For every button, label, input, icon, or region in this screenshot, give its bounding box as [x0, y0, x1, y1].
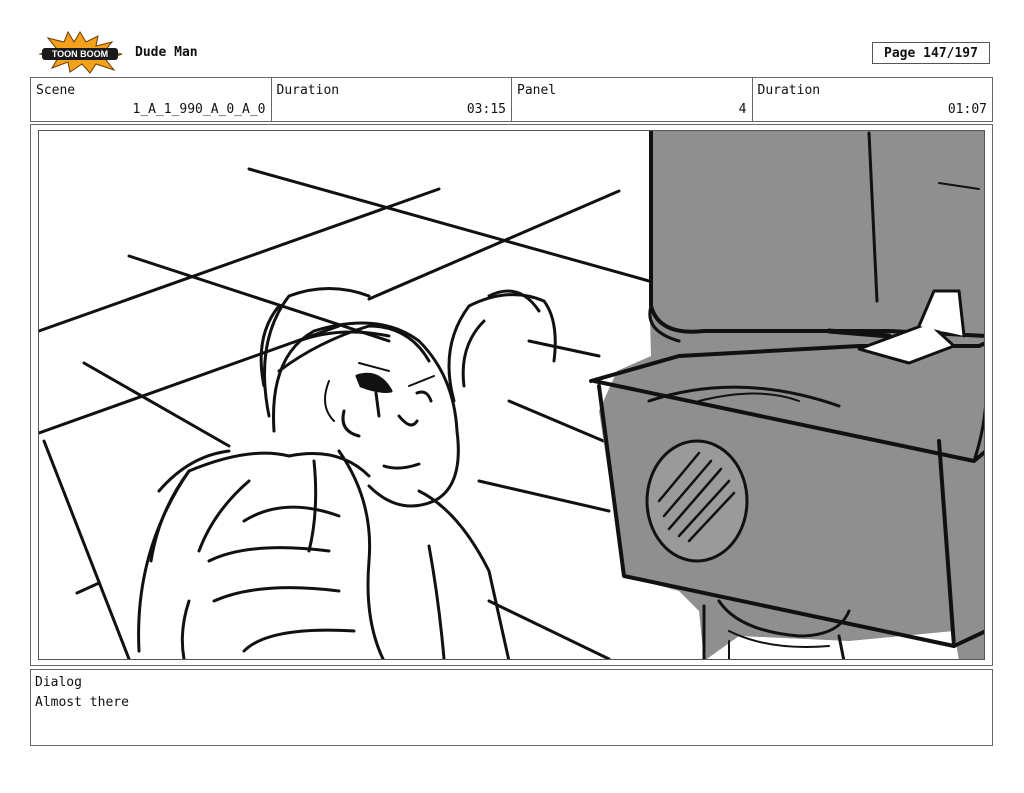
panel-duration-label: Duration	[757, 83, 821, 98]
info-row: Scene 1_A_1_990_A_0_A_0 Duration 03:15 P…	[30, 77, 993, 122]
scene-label: Scene	[36, 83, 76, 98]
panel-label: Panel	[517, 83, 557, 98]
scene-value: 1_A_1_990_A_0_A_0	[132, 102, 266, 117]
dialog-text: Almost there	[35, 695, 129, 710]
dialog-label: Dialog	[35, 675, 82, 690]
page-indicator: Page 147/197	[872, 42, 990, 64]
panel-value: 4	[738, 102, 747, 117]
panel-duration-value: 01:07	[947, 102, 987, 117]
duration-label: Duration	[276, 83, 340, 98]
duration-value: 03:15	[466, 102, 506, 117]
panel-frame	[30, 124, 993, 666]
duration-cell: Duration 03:15	[272, 78, 512, 121]
logo-text: TOON BOOM	[52, 49, 108, 59]
storyboard-panel	[38, 130, 985, 660]
toon-boom-logo: TOON BOOM	[38, 30, 123, 74]
panel-duration-cell: Duration 01:07	[753, 78, 993, 121]
panel-cell: Panel 4	[512, 78, 753, 121]
gray-machine	[589, 131, 984, 659]
project-title: Dude Man	[135, 45, 198, 60]
dialog-box: Dialog Almost there	[30, 669, 993, 746]
scene-cell: Scene 1_A_1_990_A_0_A_0	[31, 78, 272, 121]
sketch-drawing	[39, 131, 984, 659]
